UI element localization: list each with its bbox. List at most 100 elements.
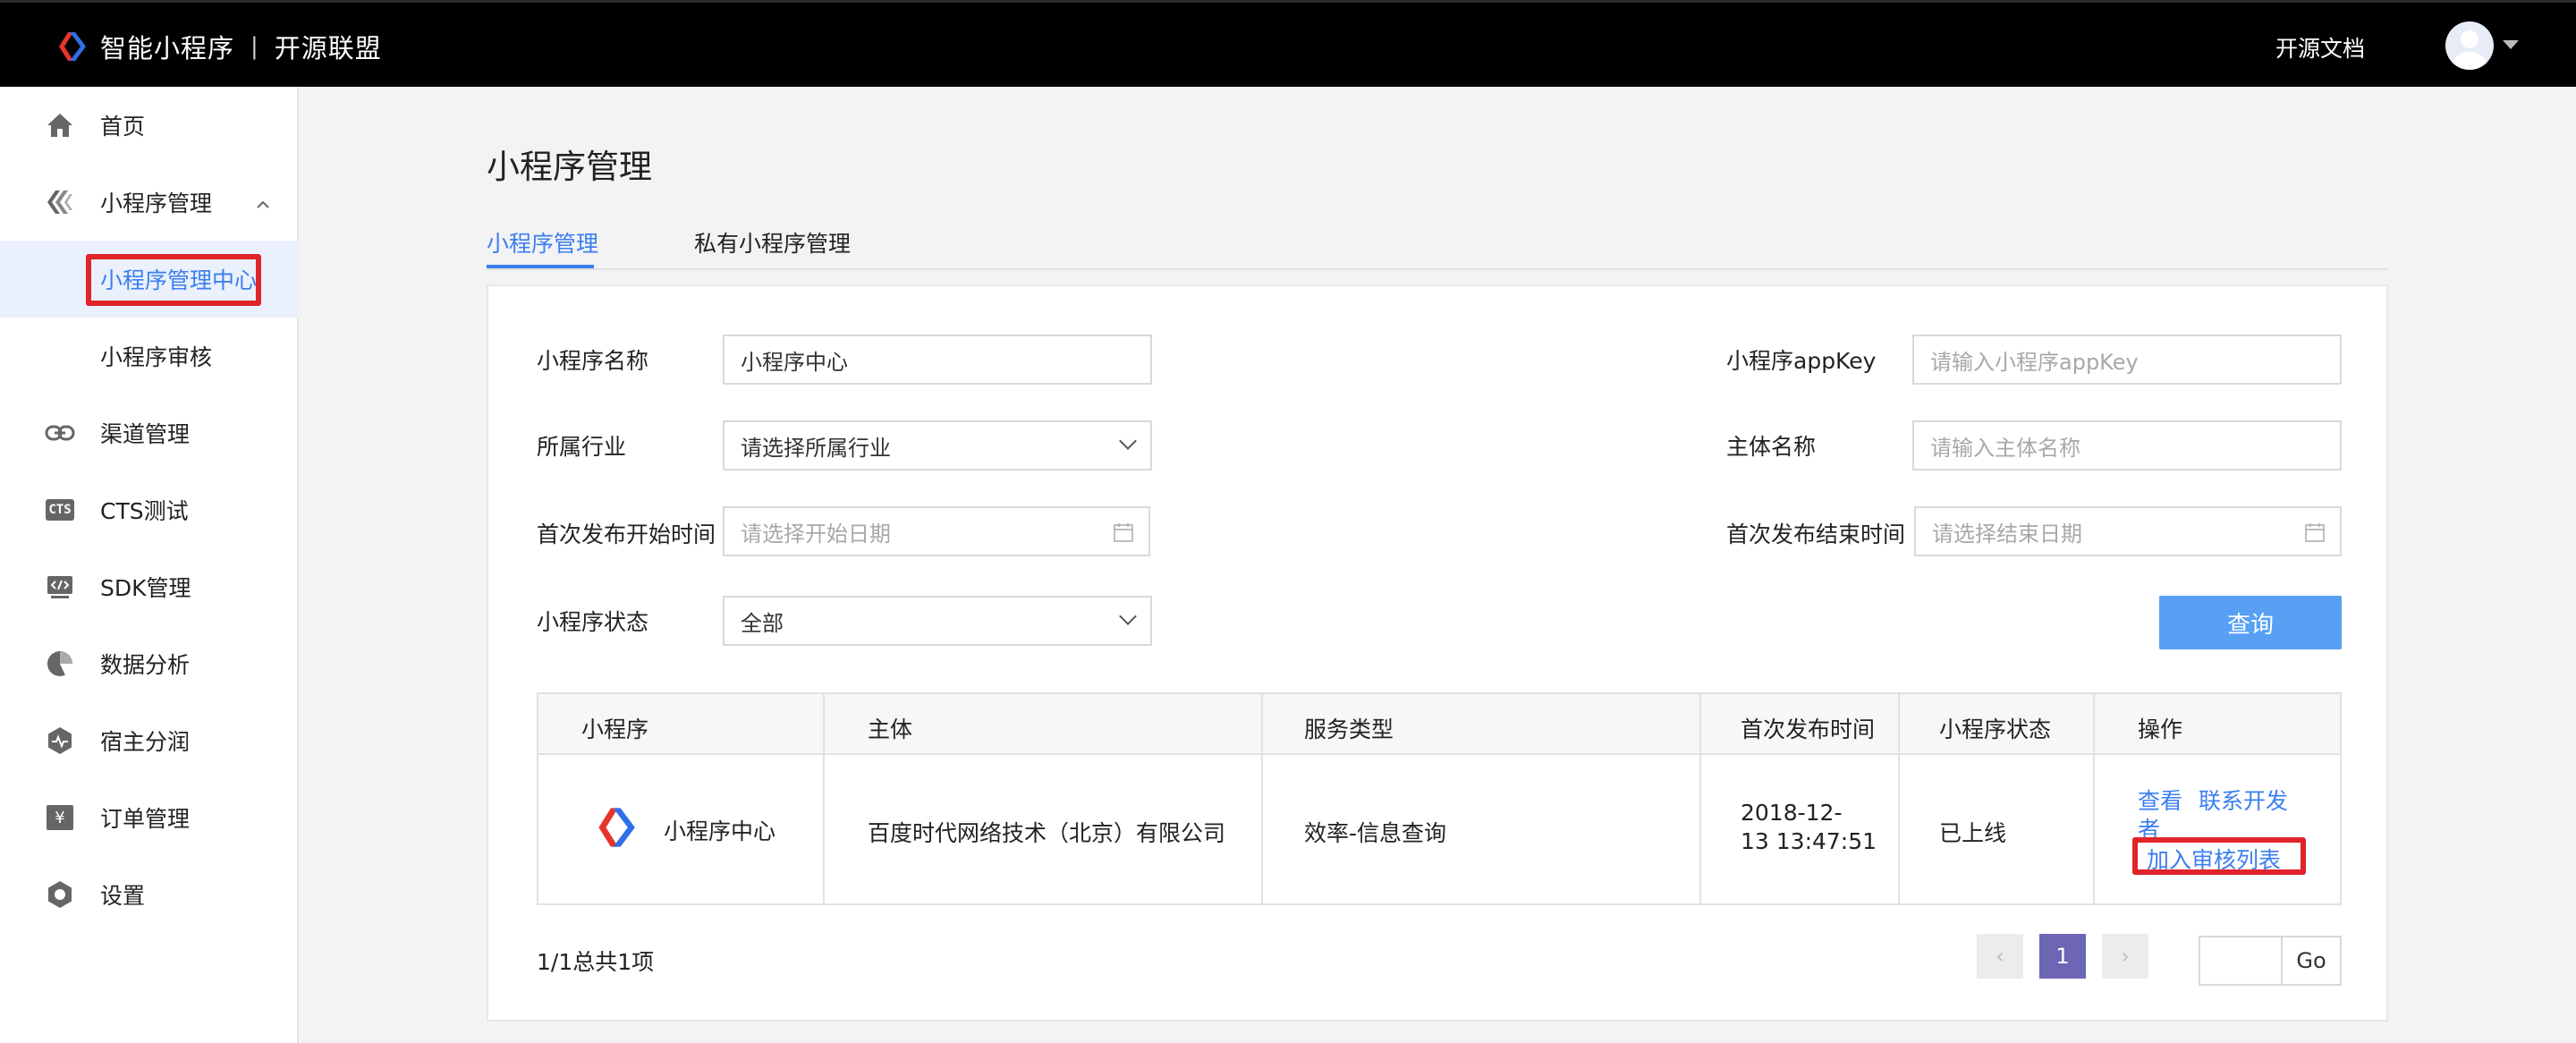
miniprogram-icon (43, 185, 77, 219)
column-header: 小程序 (581, 717, 649, 742)
end-date-picker[interactable]: 请选择结束日期 (1914, 506, 2342, 556)
sidebar-item-label: CTS测试 (100, 498, 189, 524)
start-date-picker[interactable]: 请选择开始日期 (723, 506, 1150, 556)
sidebar-item-label: 小程序审核 (100, 344, 213, 370)
calendar-icon (1114, 523, 1133, 542)
end-date-label: 首次发布结束时间 (1726, 522, 1906, 547)
sidebar-item-channel-management[interactable]: 渠道管理 (0, 394, 299, 471)
home-icon (43, 108, 77, 142)
sidebar-item-label: 订单管理 (100, 806, 191, 832)
sidebar-item-data-analysis[interactable]: 数据分析 (0, 625, 299, 702)
column-divider (823, 694, 825, 903)
status-text: 已上线 (1939, 820, 2007, 846)
sidebar-item-miniprogram-review[interactable]: 小程序审核 (0, 318, 299, 394)
brand-separator: | (250, 33, 258, 60)
miniprogram-table: 小程序 主体 服务类型 首次发布时间 小程序状态 操作 小程序中心 百度时代网络… (537, 692, 2342, 905)
query-button[interactable]: 查询 (2159, 596, 2342, 649)
appkey-input[interactable]: 请输入小程序appKey (1912, 335, 2342, 385)
start-date-placeholder: 请选择开始日期 (741, 521, 891, 547)
entity-name: 百度时代网络技术（北京）有限公司 (868, 820, 1226, 846)
sidebar: 首页 小程序管理 小程序管理中心 小程序审核 渠道管理 CTS CTS测试 SD… (0, 87, 299, 1043)
caret-down-icon[interactable] (2503, 40, 2519, 49)
pie-chart-icon (43, 647, 77, 681)
start-date-label: 首次发布开始时间 (537, 522, 716, 547)
column-header: 服务类型 (1304, 717, 1394, 742)
yen-icon: ¥ (43, 801, 77, 835)
next-page-button[interactable]: › (2102, 934, 2148, 979)
column-divider (1898, 694, 1900, 903)
publish-time-line1: 2018-12- (1741, 800, 1843, 826)
sidebar-item-label: 设置 (100, 883, 146, 909)
status-label: 小程序状态 (537, 609, 649, 635)
gear-icon (43, 878, 77, 912)
miniprogram-logo-icon (598, 808, 635, 847)
sidebar-item-label: 小程序管理 (100, 191, 213, 216)
cts-icon: CTS (43, 493, 77, 527)
status-select-value: 全部 (741, 610, 784, 636)
sidebar-item-cts-test[interactable]: CTS CTS测试 (0, 471, 299, 548)
view-link[interactable]: 查看 (2138, 784, 2182, 816)
column-header: 主体 (868, 717, 913, 742)
sidebar-item-order-management[interactable]: ¥ 订单管理 (0, 779, 299, 856)
page-1-button[interactable]: 1 (2039, 934, 2086, 979)
sidebar-item-label: 首页 (100, 114, 146, 140)
sidebar-item-settings[interactable]: 设置 (0, 856, 299, 933)
chevron-down-icon (1119, 607, 1137, 625)
link-icon (43, 416, 77, 450)
sidebar-item-label: 宿主分润 (100, 729, 191, 755)
sidebar-item-miniprogram-management[interactable]: 小程序管理 (0, 164, 299, 241)
smart-miniprogram-logo-icon (59, 32, 86, 61)
brand-name: 智能小程序 (100, 33, 235, 64)
tab-private-miniprogram-management[interactable]: 私有小程序管理 (694, 226, 851, 259)
sidebar-item-label: 渠道管理 (100, 421, 191, 447)
column-divider (1261, 694, 1263, 903)
highlight-box (2132, 837, 2306, 875)
miniprogram-name: 小程序中心 (664, 818, 776, 844)
name-input[interactable]: 小程序中心 (723, 335, 1152, 385)
status-select[interactable]: 全部 (723, 596, 1152, 646)
sidebar-item-label: 数据分析 (100, 652, 191, 678)
industry-select[interactable]: 请选择所属行业 (723, 420, 1152, 471)
publish-time-line2: 13 13:47:51 (1741, 828, 1877, 854)
industry-select-value: 请选择所属行业 (741, 435, 891, 461)
alliance-name: 开源联盟 (274, 33, 382, 64)
chevron-up-icon[interactable] (256, 191, 270, 214)
chevron-down-icon (1119, 432, 1137, 450)
highlight-box (86, 254, 261, 306)
end-date-placeholder: 请选择结束日期 (1932, 521, 2082, 547)
column-header: 小程序状态 (1939, 717, 2052, 742)
user-icon (2452, 30, 2487, 70)
open-source-docs-link[interactable]: 开源文档 (2275, 31, 2365, 64)
sidebar-item-sdk-management[interactable]: SDK管理 (0, 548, 299, 625)
tab-bar: 小程序管理 私有小程序管理 (487, 222, 2388, 270)
active-tab-indicator (487, 265, 594, 268)
sidebar-item-label: SDK管理 (100, 575, 191, 601)
service-type: 效率-信息查询 (1304, 820, 1447, 846)
table-header: 小程序 主体 服务类型 首次发布时间 小程序状态 操作 (538, 694, 2340, 755)
sidebar-item-host-revenue[interactable]: 宿主分润 (0, 702, 299, 779)
top-header: 智能小程序 | 开源联盟 开源文档 (0, 0, 2576, 87)
calendar-icon (2305, 523, 2325, 542)
column-header: 首次发布时间 (1741, 717, 1876, 742)
code-icon (43, 570, 77, 604)
page-title: 小程序管理 (487, 148, 652, 186)
pulse-icon (43, 724, 77, 758)
logo[interactable]: 智能小程序 | 开源联盟 (55, 28, 382, 65)
entity-label: 主体名称 (1726, 434, 1817, 460)
tab-miniprogram-management[interactable]: 小程序管理 (487, 226, 598, 259)
column-divider (2093, 694, 2095, 903)
user-avatar[interactable] (2445, 21, 2494, 70)
prev-page-button[interactable]: ‹ (1977, 934, 2023, 979)
entity-input[interactable]: 请输入主体名称 (1912, 420, 2342, 471)
column-header: 操作 (2138, 717, 2183, 742)
appkey-label: 小程序appKey (1726, 348, 1877, 374)
sidebar-item-home[interactable]: 首页 (0, 87, 299, 164)
industry-label: 所属行业 (537, 434, 627, 460)
pagination-summary: 1/1总共1项 (537, 949, 655, 975)
contact-developer-link[interactable]: 联系开发 (2199, 784, 2288, 816)
page-jump-input[interactable] (2199, 936, 2283, 986)
name-label: 小程序名称 (537, 348, 649, 374)
filter-and-table-panel: 小程序名称 小程序中心 小程序appKey 请输入小程序appKey 所属行业 … (487, 284, 2388, 1022)
go-button[interactable]: Go (2281, 936, 2342, 986)
column-divider (1699, 694, 1701, 903)
